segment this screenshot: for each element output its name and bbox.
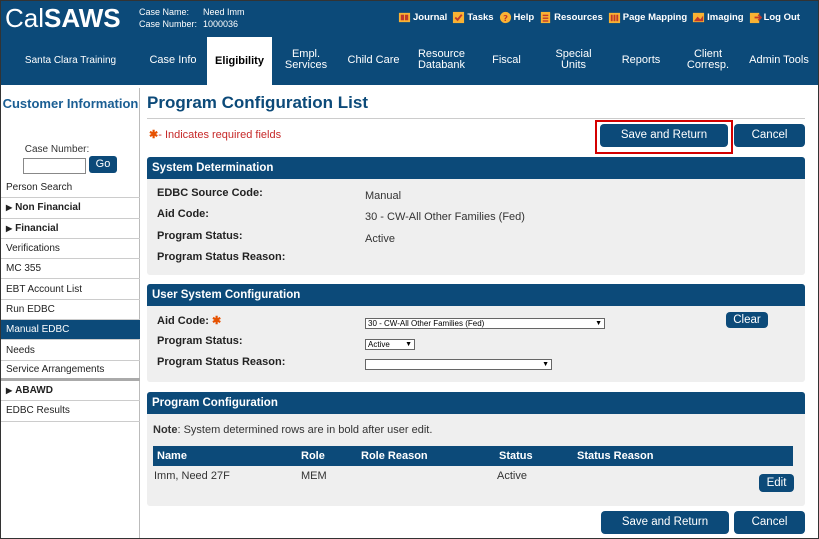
- required-star-icon: ✱: [149, 129, 159, 141]
- tab-child-care[interactable]: Child Care: [341, 35, 406, 85]
- program-status-label: Program Status:: [157, 230, 243, 242]
- edit-button[interactable]: Edit: [759, 474, 794, 492]
- main-nav: Santa Clara Training Case Info Eligibili…: [1, 35, 818, 85]
- tab-client-corresp[interactable]: Client Corresp.: [679, 35, 737, 85]
- cancel-button[interactable]: Cancel: [734, 124, 805, 147]
- page-mapping-link[interactable]: Page Mapping: [608, 11, 687, 24]
- table-header: Name Role Role Reason Status Status Reas…: [153, 446, 793, 466]
- edbc-source-code-label: EDBC Source Code:: [157, 187, 263, 199]
- tab-reports[interactable]: Reports: [611, 35, 671, 85]
- program-status-reason-label: Program Status Reason:: [157, 251, 286, 263]
- col-status-reason: Status Reason: [577, 450, 654, 462]
- expand-triangle-icon: ▶: [6, 223, 13, 233]
- sidebar-item-person-search[interactable]: Person Search: [1, 178, 140, 199]
- chevron-down-icon: ▼: [405, 341, 412, 348]
- help-icon: ?: [499, 11, 511, 24]
- user-program-status-reason-label: Program Status Reason:: [157, 356, 286, 368]
- case-number-value: 1000036: [203, 19, 239, 29]
- program-config-note: Note: System determined rows are in bold…: [153, 424, 433, 436]
- case-number-search-label: Case Number:: [24, 144, 90, 155]
- cell-name: Imm, Need 27F: [154, 470, 230, 482]
- panel-header: System Determination: [147, 157, 805, 179]
- resources-icon: [540, 11, 551, 24]
- imaging-icon: [693, 12, 705, 23]
- tab-admin-tools[interactable]: Admin Tools: [743, 35, 815, 85]
- top-header: CalSAWS Case Name: Need Imm Case Number: 1…: [1, 1, 818, 35]
- page-mapping-icon: [608, 12, 620, 24]
- sidebar-item-edbc-results[interactable]: EDBC Results: [1, 401, 140, 422]
- user-aid-code-label: Aid Code: ✱: [157, 315, 222, 327]
- case-number-input[interactable]: [23, 158, 86, 174]
- program-status-select[interactable]: Active ▼: [365, 339, 415, 350]
- go-button[interactable]: Go: [89, 156, 117, 173]
- program-configuration-panel: Program Configuration Note: System deter…: [147, 392, 805, 506]
- logout-icon: [749, 12, 762, 24]
- logout-link[interactable]: Log Out: [749, 11, 800, 24]
- aid-code-value: 30 - CW-All Other Families (Fed): [365, 211, 525, 223]
- save-and-return-button[interactable]: Save and Return: [600, 124, 728, 147]
- case-name-label: Case Name:: [139, 7, 190, 17]
- tab-eligibility[interactable]: Eligibility: [207, 37, 272, 85]
- tab-case-info[interactable]: Case Info: [143, 35, 203, 85]
- sidebar-item-abawd[interactable]: ▶ ABAWD: [1, 381, 140, 402]
- cancel-button-bottom[interactable]: Cancel: [734, 511, 805, 534]
- required-star-icon: ✱: [212, 315, 222, 327]
- imaging-link[interactable]: Imaging: [692, 11, 744, 24]
- org-name: Santa Clara Training: [24, 54, 117, 66]
- help-link[interactable]: ? Help: [499, 11, 534, 24]
- title-divider: [147, 118, 805, 119]
- required-fields-note: ✱- Indicates required fields: [149, 129, 282, 141]
- sidebar-item-service-arrangements[interactable]: Service Arrangements: [1, 361, 140, 381]
- case-summary: Case Name: Need Imm Case Number: 1000036: [139, 6, 245, 30]
- sidebar-item-mc-355[interactable]: MC 355: [1, 259, 140, 280]
- journal-icon: [398, 12, 411, 23]
- tasks-icon: [453, 11, 465, 24]
- edbc-source-code-value: Manual: [365, 190, 402, 202]
- resources-link[interactable]: Resources: [539, 11, 603, 24]
- sidebar-item-ebt-account-list[interactable]: EBT Account List: [1, 279, 140, 300]
- sidebar-nav: Person Search ▶ Non Financial ▶ Financial …: [1, 178, 140, 422]
- page-title: Program Configuration List: [147, 93, 368, 112]
- svg-text:?: ?: [503, 13, 508, 23]
- tab-special-units[interactable]: Special Units: [546, 35, 601, 85]
- expand-triangle-icon: ▶: [6, 386, 13, 396]
- col-role-reason: Role Reason: [361, 450, 428, 462]
- col-role: Role: [301, 450, 325, 462]
- sidebar-item-run-edbc[interactable]: Run EDBC: [1, 300, 140, 321]
- sidebar-item-manual-edbc[interactable]: Manual EDBC: [1, 320, 140, 341]
- tab-resource-databank[interactable]: Resource Databank: [409, 35, 474, 85]
- panel-header: Program Configuration: [147, 392, 805, 414]
- case-number-label: Case Number:: [139, 19, 198, 29]
- cell-role: MEM: [301, 470, 327, 482]
- sidebar-title: Customer Information: [2, 96, 139, 111]
- chevron-down-icon: ▼: [542, 361, 549, 368]
- col-status: Status: [499, 450, 533, 462]
- tasks-link[interactable]: Tasks: [452, 11, 494, 24]
- utility-links: Journal Tasks ? Help Resources Page Mapp…: [398, 11, 805, 24]
- clear-button[interactable]: Clear: [726, 312, 768, 328]
- expand-triangle-icon: ▶: [6, 203, 13, 213]
- sidebar-item-non-financial[interactable]: ▶ Non Financial: [1, 198, 140, 219]
- tab-fiscal[interactable]: Fiscal: [479, 35, 534, 85]
- cell-status: Active: [497, 470, 527, 482]
- sidebar-item-verifications[interactable]: Verifications: [1, 239, 140, 260]
- chevron-down-icon: ▼: [595, 320, 602, 327]
- sidebar-item-needs[interactable]: Needs: [1, 340, 140, 361]
- case-name-value: Need Imm: [203, 7, 245, 17]
- program-status-reason-select[interactable]: ▼: [365, 359, 552, 370]
- sidebar-item-financial[interactable]: ▶ Financial: [1, 219, 140, 239]
- calsaws-logo: CalSAWS: [5, 3, 121, 33]
- program-status-value: Active: [365, 233, 395, 245]
- user-program-status-label: Program Status:: [157, 335, 243, 347]
- user-system-configuration-panel: User System Configuration Aid Code: ✱ 30…: [147, 284, 805, 382]
- col-name: Name: [157, 450, 187, 462]
- sidebar: Customer Information Case Number: Go Per…: [1, 88, 140, 538]
- aid-code-select[interactable]: 30 - CW-All Other Families (Fed) ▼: [365, 318, 605, 329]
- panel-header: User System Configuration: [147, 284, 805, 306]
- system-determination-panel: System Determination EDBC Source Code: M…: [147, 157, 805, 275]
- save-and-return-button-bottom[interactable]: Save and Return: [601, 511, 729, 534]
- tab-empl-services[interactable]: Empl. Services: [276, 35, 336, 85]
- aid-code-label: Aid Code:: [157, 208, 209, 220]
- journal-link[interactable]: Journal: [398, 11, 447, 24]
